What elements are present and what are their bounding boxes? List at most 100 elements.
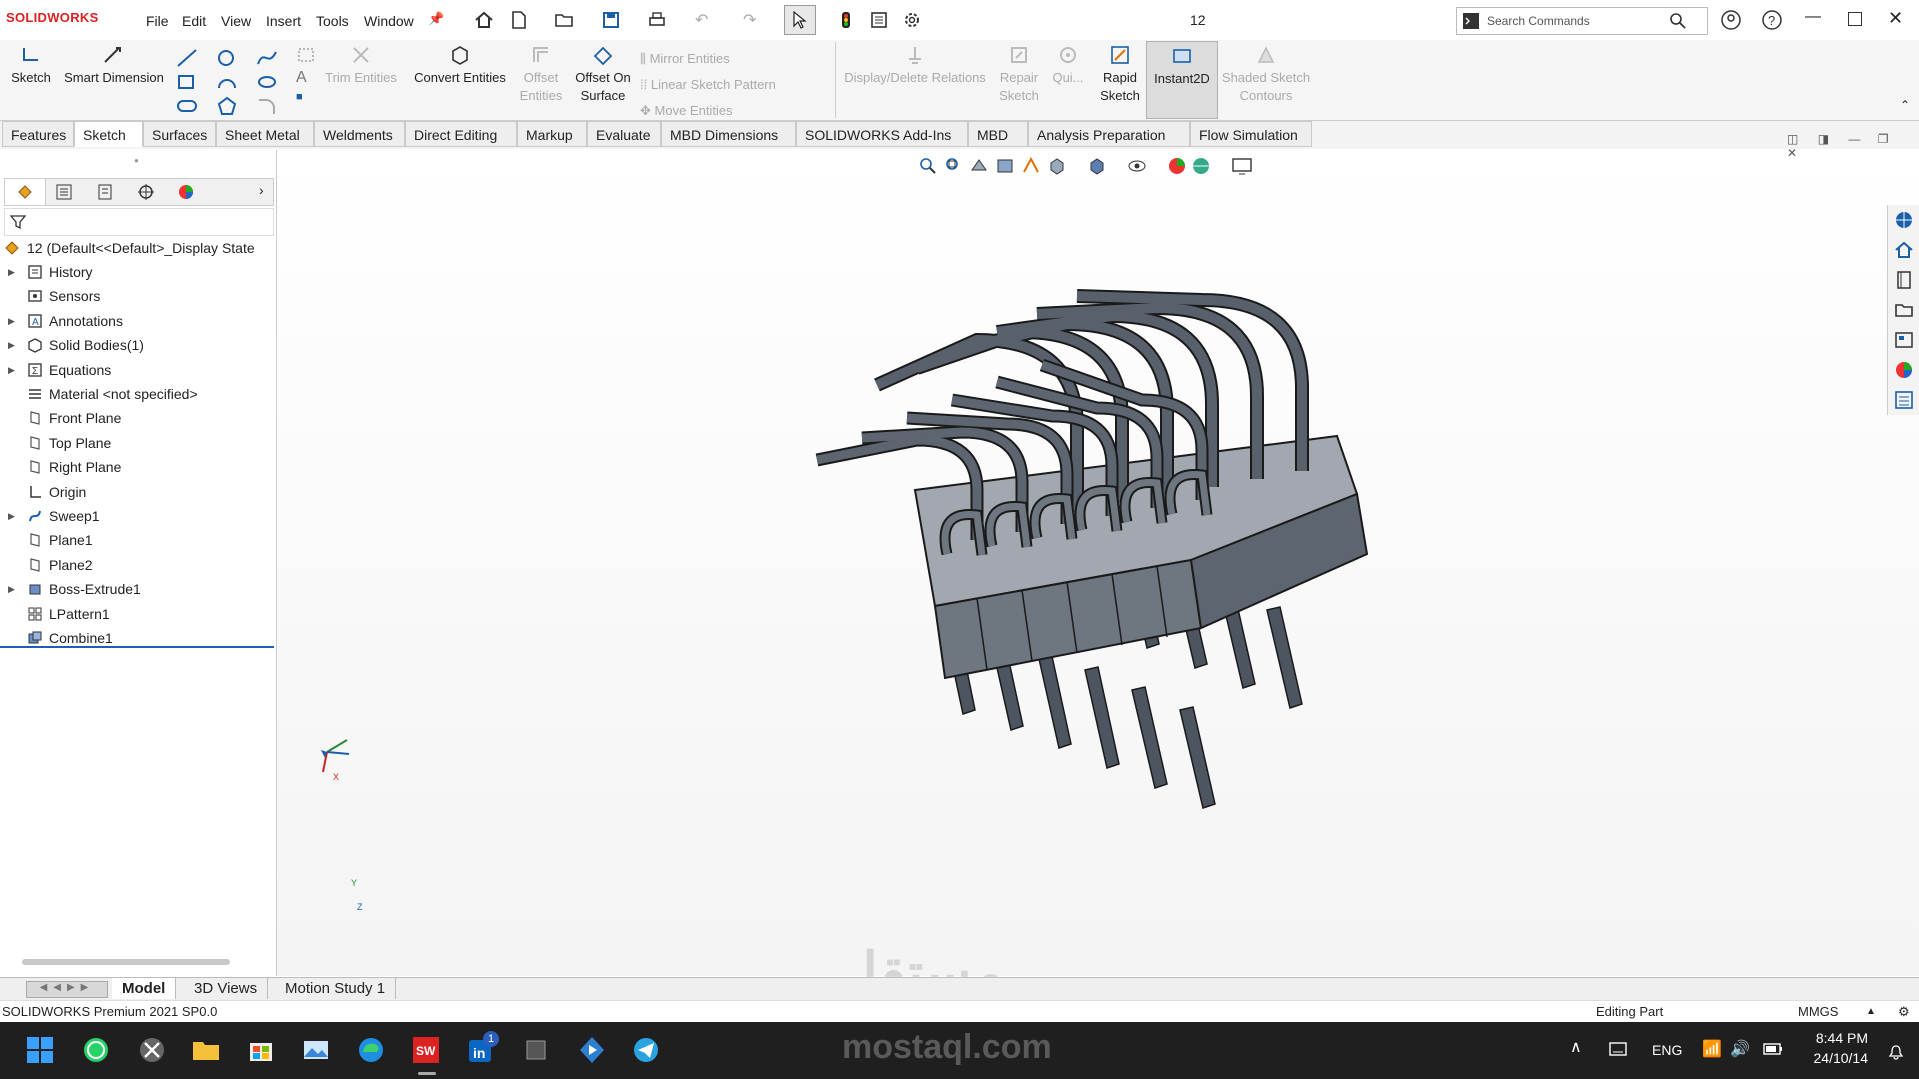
media-player-icon[interactable] — [576, 1034, 608, 1066]
repair-sketch-button[interactable]: Repair Sketch — [994, 44, 1044, 105]
customize-status-icon[interactable]: ⚙ — [1898, 1001, 1910, 1023]
tab-markup[interactable]: Markup — [517, 121, 587, 147]
home-task-icon[interactable] — [1893, 239, 1915, 261]
rollback-bar[interactable] — [0, 646, 274, 648]
tree-item-top-plane[interactable]: Top Plane — [0, 431, 276, 455]
design-library-icon[interactable] — [1893, 269, 1915, 291]
photos-icon[interactable] — [300, 1034, 332, 1066]
tree-item-lpattern1[interactable]: LPattern1 — [0, 602, 276, 626]
sketch-button[interactable]: Sketch — [6, 44, 56, 87]
tree-item-solid-bodies-1[interactable]: ▶ Solid Bodies(1) — [0, 333, 276, 357]
tab-flow-simulation[interactable]: Flow Simulation — [1190, 121, 1312, 147]
tree-item-equations[interactable]: ▶ Σ Equations — [0, 358, 276, 382]
rectangle-icon[interactable] — [176, 72, 198, 92]
tab-sketch[interactable]: Sketch — [74, 121, 143, 147]
new-document-icon[interactable] — [508, 9, 530, 31]
construction-geometry-icon[interactable] — [296, 46, 316, 64]
notification-bell-icon[interactable] — [1888, 1044, 1904, 1060]
tile-left-icon[interactable]: ◫ — [1787, 132, 1798, 146]
offset-entities-button[interactable]: Offset Entities — [512, 44, 570, 105]
xbox-icon[interactable] — [136, 1034, 168, 1066]
circle-icon[interactable] — [216, 48, 238, 68]
trim-entities-button[interactable]: Trim Entities — [322, 44, 400, 87]
tab-mbd-dimensions[interactable]: MBD Dimensions — [661, 121, 796, 147]
save-icon[interactable] — [600, 9, 622, 31]
volume-icon[interactable]: 🔊 — [1730, 1039, 1750, 1059]
wifi-icon[interactable]: 📶 — [1702, 1039, 1722, 1059]
tree-item-front-plane[interactable]: Front Plane — [0, 406, 276, 430]
collapse-ribbon-chevron-icon[interactable]: ⌃ — [1900, 98, 1910, 112]
text-tool-icon[interactable]: A — [296, 69, 318, 87]
close-icon[interactable]: ✕ — [1888, 8, 1903, 29]
3d-model-pin-header[interactable] — [277, 150, 1919, 976]
open-folder-icon[interactable] — [553, 9, 575, 31]
instant2d-button[interactable]: Instant2D — [1146, 41, 1218, 119]
line-icon[interactable] — [176, 48, 198, 68]
shaded-sketch-contours-button[interactable]: Shaded Sketch Contours — [1220, 44, 1312, 105]
whatsapp-icon[interactable] — [80, 1034, 112, 1066]
print-icon[interactable] — [646, 9, 668, 31]
ellipse-icon[interactable] — [256, 72, 278, 92]
tab-3d-views[interactable]: 3D Views — [184, 978, 269, 999]
custom-properties-icon[interactable] — [1893, 389, 1915, 411]
search-commands-input[interactable]: Search Commands — [1456, 7, 1708, 35]
unit-system-selector[interactable]: MMGS — [1798, 1001, 1838, 1023]
mirror-entities-button[interactable]: ⫼ Mirror Entities — [640, 46, 830, 72]
windows-start-icon[interactable] — [24, 1034, 56, 1066]
clock-date[interactable]: 24/10/14 — [1806, 1050, 1869, 1066]
appearances-scenes-icon[interactable] — [1893, 359, 1915, 381]
tab-motion-study[interactable]: Motion Study 1 — [275, 978, 397, 999]
tree-item-history[interactable]: ▶ History — [0, 260, 276, 284]
tree-item-material-not-specified[interactable]: Material <not specified> — [0, 382, 276, 406]
expand-arrow-icon[interactable]: ▶ — [8, 504, 15, 528]
expand-arrow-icon[interactable]: ▶ — [8, 309, 15, 333]
tree-item-right-plane[interactable]: Right Plane — [0, 455, 276, 479]
expand-arrow-icon[interactable]: ▶ — [8, 577, 15, 601]
graphics-area[interactable]: ◫ ◨ — ❐ ✕ Y Z X مستقل — [277, 132, 1919, 1004]
telegram-icon[interactable] — [630, 1034, 662, 1066]
tab-mbd[interactable]: MBD — [968, 121, 1028, 147]
tree-item-origin[interactable]: Origin — [0, 480, 276, 504]
expand-arrow-icon[interactable]: ▶ — [8, 358, 15, 382]
menu-view[interactable]: View — [221, 13, 251, 29]
horizontal-scrollbar[interactable] — [22, 959, 230, 965]
battery-icon[interactable] — [1762, 1040, 1784, 1058]
tab-scroll-arrows[interactable]: ◀◀▶▶ — [26, 981, 108, 998]
arc-icon[interactable] — [216, 72, 238, 92]
panel-splitter-dot[interactable]: ● — [134, 156, 139, 165]
tab-sheet-metal[interactable]: Sheet Metal — [216, 121, 314, 147]
solidworks-resources-icon[interactable] — [1893, 209, 1915, 231]
offset-on-surface-button[interactable]: Offset On Surface — [570, 44, 636, 105]
tree-item-plane1[interactable]: Plane1 — [0, 528, 276, 552]
home-icon[interactable] — [473, 9, 495, 31]
menu-tools[interactable]: Tools — [316, 13, 349, 29]
tree-item-sweep1[interactable]: ▶ Sweep1 — [0, 504, 276, 528]
tab-features[interactable]: Features — [2, 121, 74, 147]
smart-dimension-button[interactable]: Smart Dimension — [58, 44, 170, 87]
slot-icon[interactable] — [176, 96, 198, 116]
show-hidden-icons-chevron-icon[interactable]: ∧ — [1570, 1037, 1582, 1057]
dimxpert-manager-icon[interactable] — [137, 183, 155, 201]
expand-arrow-icon[interactable]: ▶ — [8, 333, 15, 357]
tree-item-sensors[interactable]: Sensors — [0, 284, 276, 308]
viewport-restore-icon[interactable]: ❐ — [1878, 132, 1889, 146]
view-palette-icon[interactable] — [1893, 329, 1915, 351]
display-delete-relations-button[interactable]: Display/Delete Relations — [840, 44, 990, 87]
tab-surfaces[interactable]: Surfaces — [143, 121, 216, 147]
options-gear-icon[interactable] — [901, 9, 923, 31]
tree-item-plane2[interactable]: Plane2 — [0, 553, 276, 577]
redo-icon[interactable]: ↷ — [743, 10, 756, 30]
tree-item-annotations[interactable]: ▶ A Annotations — [0, 309, 276, 333]
select-button[interactable] — [784, 5, 816, 35]
input-language[interactable]: ENG — [1652, 1042, 1682, 1058]
viewport-minimize-icon[interactable]: — — [1848, 132, 1860, 146]
solidworks-taskbar-icon[interactable]: SW — [410, 1034, 442, 1066]
clock-time[interactable]: 8:44 PM — [1806, 1030, 1868, 1046]
edge-browser-icon[interactable] — [355, 1034, 387, 1066]
app-window-icon[interactable] — [520, 1034, 552, 1066]
pin-icon[interactable]: 📌 — [428, 11, 444, 27]
linear-sketch-pattern-button[interactable]: ⁞⁞ Linear Sketch Pattern — [640, 72, 830, 98]
fillet-icon[interactable] — [256, 96, 278, 116]
configuration-manager-icon[interactable] — [96, 183, 114, 201]
menu-window[interactable]: Window — [364, 13, 414, 29]
